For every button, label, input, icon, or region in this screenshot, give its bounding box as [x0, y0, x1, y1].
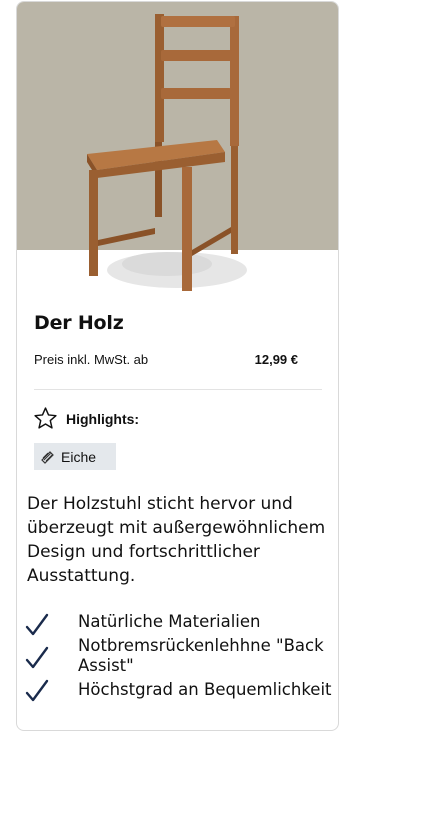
star-outline-icon — [34, 407, 57, 429]
divider — [34, 389, 322, 390]
checkmark-icon — [25, 613, 49, 636]
tag-label: Eiche — [61, 448, 97, 465]
feature-tag: Eiche — [34, 443, 116, 470]
feature-label: Natürliche Materialien — [78, 612, 261, 631]
price-value: 12,99 € — [254, 352, 298, 367]
highlights-label: Highlights: — [66, 410, 140, 427]
wood-grain-icon — [41, 450, 54, 464]
price-label: Preis inkl. MwSt. ab — [34, 352, 149, 367]
checkmark-icon — [25, 646, 49, 669]
feature-list: Natürliche Materialien Notbremsrückenleh… — [17, 612, 338, 702]
highlights-header: Highlights: — [33, 406, 139, 431]
product-title[interactable]: Der Holz — [34, 312, 124, 334]
feature-label: Höchstgrad an Bequemlichkeit — [78, 680, 332, 699]
product-card[interactable]: Der Holz Preis inkl. MwSt. ab 12,99 € Hi… — [16, 1, 339, 731]
product-image[interactable] — [17, 2, 338, 302]
list-item: Notbremsrückenlehhne "Back Assist" — [17, 636, 338, 676]
list-item: Natürliche Materialien — [17, 612, 338, 636]
feature-label: Notbremsrückenlehhne "Back Assist" — [78, 636, 324, 675]
checkmark-icon — [25, 679, 49, 702]
list-item: Höchstgrad an Bequemlichkeit — [17, 679, 338, 702]
wooden-chair-image — [17, 2, 338, 291]
product-description: Der Holzstuhl sticht hervor und überzeug… — [27, 494, 326, 586]
